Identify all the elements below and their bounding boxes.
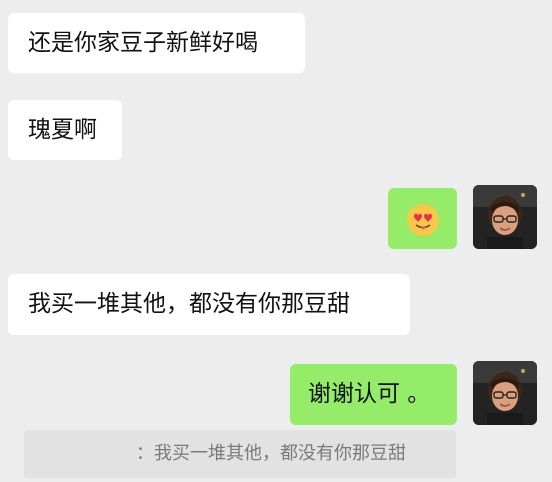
incoming-message-bubble[interactable]: 我买一堆其他，都没有你那豆甜 <box>8 274 410 335</box>
outgoing-message-bubble[interactable]: 谢谢认可 。 <box>290 364 457 425</box>
incoming-message-bubble[interactable]: 还是你家豆子新鲜好喝 <box>8 13 305 73</box>
user-avatar[interactable] <box>473 185 537 249</box>
message-text: 我买一堆其他，都没有你那豆甜 <box>28 291 350 317</box>
message-text: 瑰夏啊 <box>28 117 97 143</box>
incoming-message-bubble[interactable]: 瑰夏啊 <box>8 100 122 160</box>
user-avatar[interactable] <box>473 361 537 425</box>
quoted-message-text: ：我买一堆其他，都没有你那豆甜 <box>136 443 406 464</box>
profile-photo <box>473 361 537 425</box>
message-text: 还是你家豆子新鲜好喝 <box>28 30 258 56</box>
message-text: 谢谢认可 。 <box>308 381 431 407</box>
outgoing-message-bubble[interactable] <box>388 188 457 249</box>
profile-photo <box>473 185 537 249</box>
heart-eyes-tongue-emoji <box>406 204 439 236</box>
quoted-message[interactable]: ：我买一堆其他，都没有你那豆甜 <box>24 430 456 478</box>
